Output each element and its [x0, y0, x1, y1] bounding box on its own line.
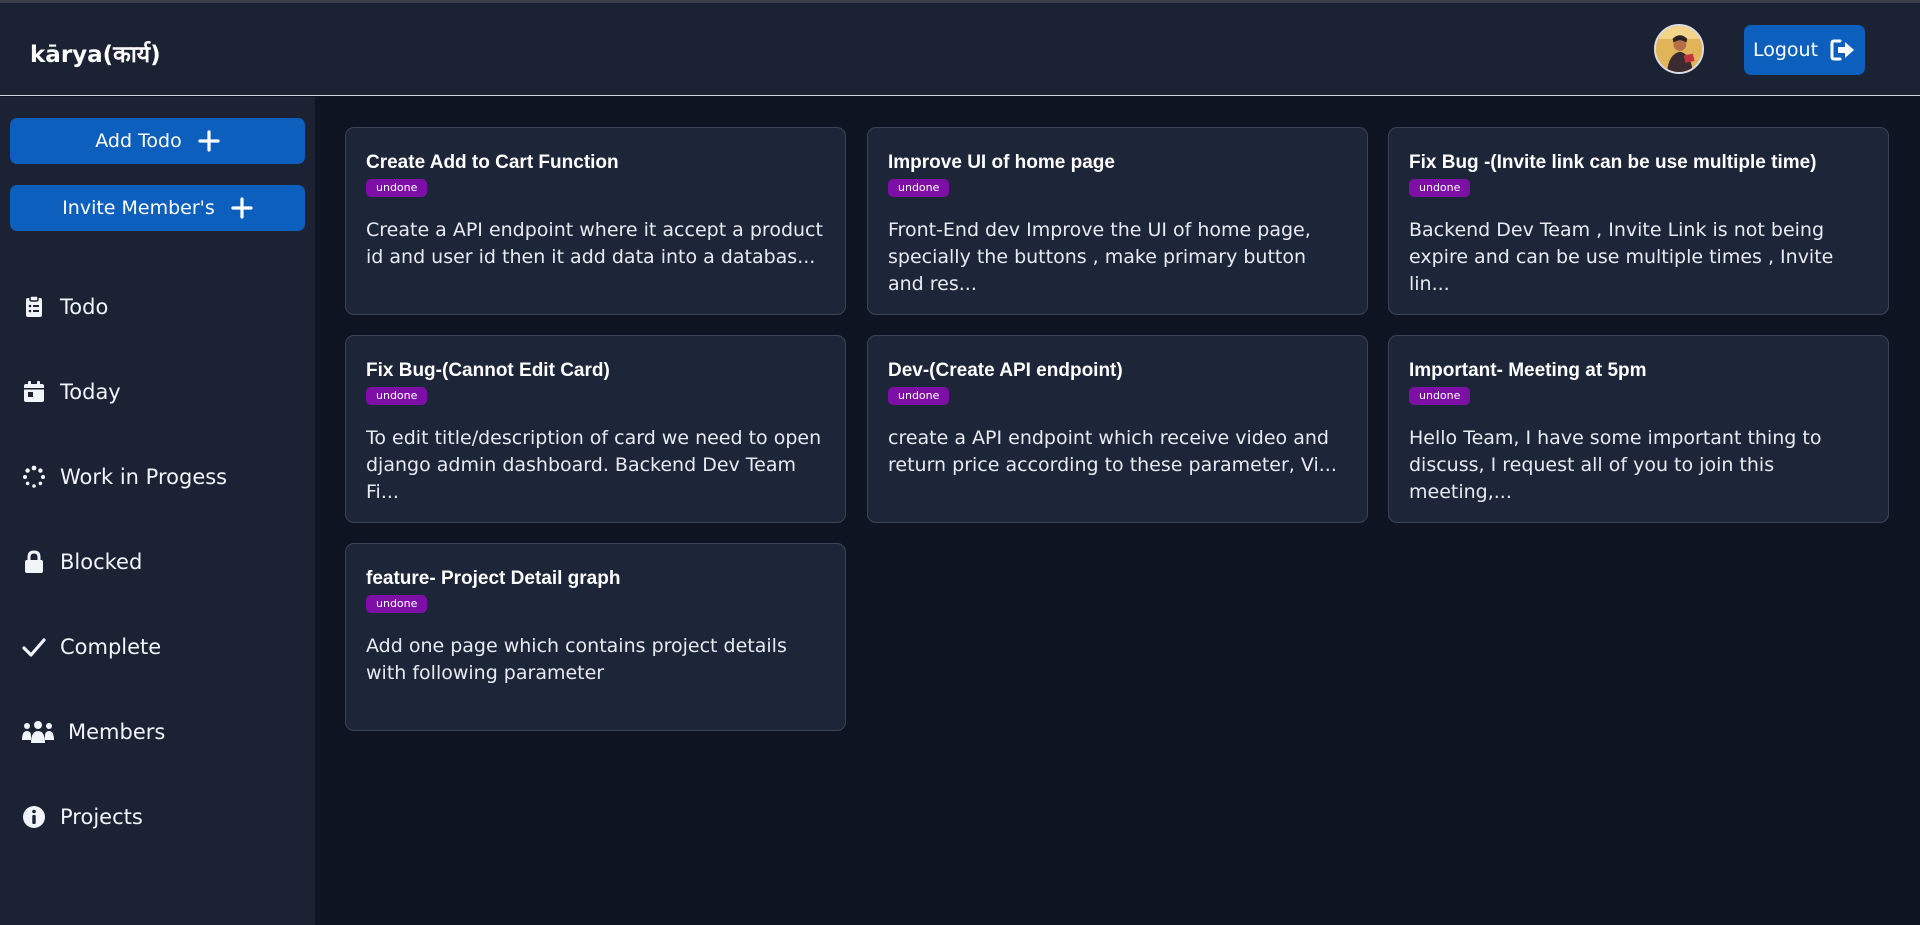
sidebar-item-label: Complete [60, 635, 162, 659]
status-badge: undone [1409, 387, 1471, 405]
card-title: Improve UI of home page [888, 152, 1115, 173]
card-title: Important- Meeting at 5pm [1409, 360, 1647, 381]
sign-out-icon [1830, 39, 1855, 61]
sidebar-item-label: Projects [60, 805, 143, 829]
sidebar-item-todo[interactable]: Todo [22, 287, 108, 327]
sidebar-item-complete[interactable]: Complete [22, 627, 161, 667]
sidebar-item-blocked[interactable]: Blocked [22, 542, 142, 582]
lock-icon [22, 550, 46, 574]
todo-card[interactable]: Important- Meeting at 5pm undone Hello T… [1388, 335, 1889, 523]
card-title: Create Add to Cart Function [366, 152, 619, 173]
add-todo-label: Add Todo [95, 130, 182, 152]
card-description: Add one page which contains project deta… [366, 635, 787, 684]
brand-logo[interactable]: kārya(कार्य) [30, 37, 161, 69]
todo-card[interactable]: Create Add to Cart Function undone Creat… [345, 127, 846, 315]
card-title: Fix Bug -(Invite link can be use multipl… [1409, 152, 1817, 173]
todo-card[interactable]: Dev-(Create API endpoint) undone create … [867, 335, 1368, 523]
sidebar-item-projects[interactable]: Projects [22, 797, 143, 837]
status-badge: undone [366, 179, 428, 197]
check-icon [22, 635, 46, 659]
logout-label: Logout [1752, 39, 1819, 61]
sidebar-item-label: Members [68, 720, 166, 744]
clipboard-list-icon [22, 295, 46, 319]
info-circle-icon [22, 805, 46, 829]
todo-card[interactable]: feature- Project Detail graph undone Add… [345, 543, 846, 731]
card-description: Front-End dev Improve the UI of home pag… [888, 219, 1311, 295]
sidebar-item-label: Work in Progess [60, 465, 228, 489]
todo-card[interactable]: Improve UI of home page undone Front-End… [867, 127, 1368, 315]
sidebar-item-label: Today [60, 380, 121, 404]
sidebar-item-label: Blocked [60, 550, 143, 574]
invite-members-label: Invite Member's [62, 197, 215, 219]
status-badge: undone [888, 387, 950, 405]
plus-icon [198, 130, 220, 152]
card-title: Dev-(Create API endpoint) [888, 360, 1123, 381]
spinner-icon [22, 465, 46, 489]
invite-members-button[interactable]: Invite Member's [10, 185, 305, 231]
card-description: Hello Team, I have some important thing … [1409, 427, 1822, 503]
card-description: Backend Dev Team , Invite Link is not be… [1409, 219, 1834, 295]
sidebar: Add Todo Invite Member's Todo Today Work… [0, 97, 315, 925]
user-avatar[interactable] [1654, 24, 1704, 74]
calendar-day-icon [22, 380, 46, 404]
sidebar-item-work-in-progress[interactable]: Work in Progess [22, 457, 227, 497]
status-badge: undone [366, 387, 428, 405]
add-todo-button[interactable]: Add Todo [10, 118, 305, 164]
sidebar-item-label: Todo [60, 295, 109, 319]
status-badge: undone [888, 179, 950, 197]
todo-card[interactable]: Fix Bug -(Invite link can be use multipl… [1388, 127, 1889, 315]
card-description: To edit title/description of card we nee… [366, 427, 822, 503]
sidebar-item-members[interactable]: Members [22, 712, 165, 752]
card-description: Create a API endpoint where it accept a … [366, 219, 823, 268]
card-title: feature- Project Detail graph [366, 568, 621, 589]
card-title: Fix Bug-(Cannot Edit Card) [366, 360, 610, 381]
status-badge: undone [1409, 179, 1471, 197]
status-badge: undone [366, 595, 428, 613]
plus-icon [231, 197, 253, 219]
top-header: kārya(कार्य) Logout [0, 3, 1920, 96]
card-description: create a API endpoint which receive vide… [888, 427, 1337, 476]
users-icon [22, 720, 54, 744]
todo-card[interactable]: Fix Bug-(Cannot Edit Card) undone To edi… [345, 335, 846, 523]
sidebar-item-today[interactable]: Today [22, 372, 121, 412]
logout-button[interactable]: Logout [1744, 25, 1865, 75]
